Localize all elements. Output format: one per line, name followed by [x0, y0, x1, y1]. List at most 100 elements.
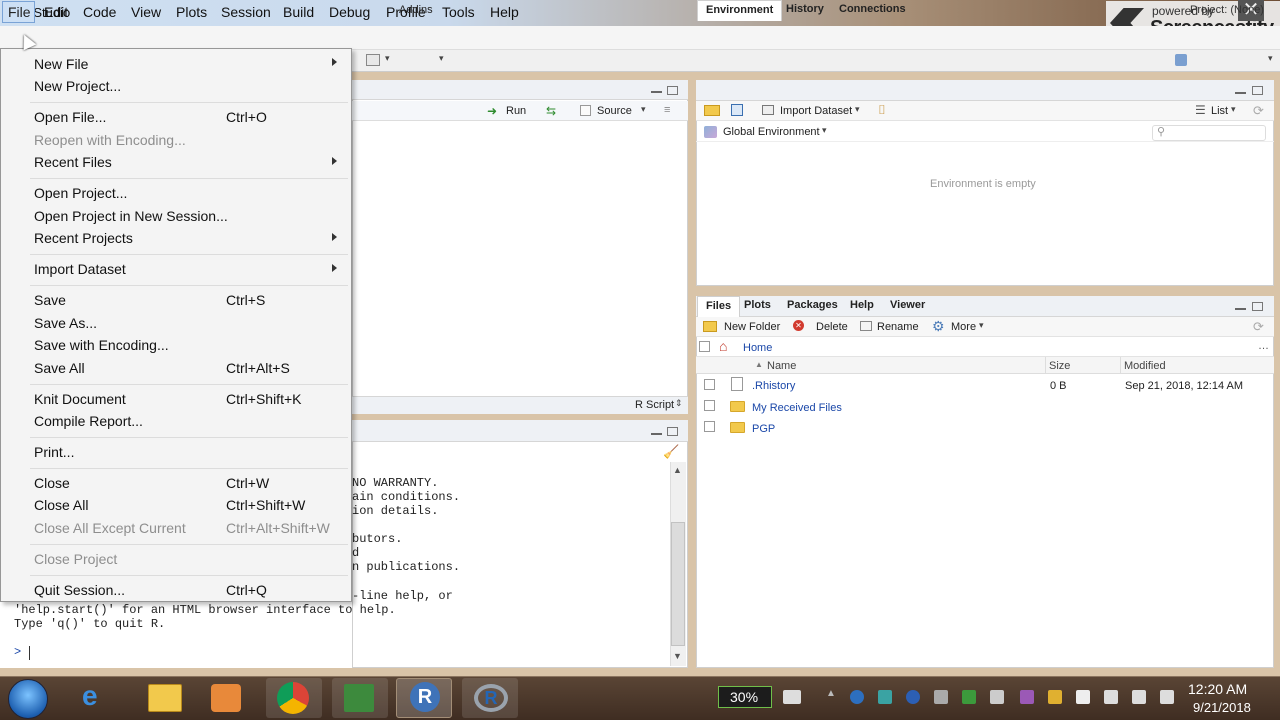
menu-item-new-file[interactable]: New File — [34, 56, 88, 72]
show-hidden-icons[interactable]: ▲ — [826, 688, 836, 699]
rerun-icon[interactable]: ⇆ — [546, 104, 556, 118]
mail-icon[interactable] — [934, 690, 948, 704]
sync-icon[interactable] — [878, 690, 892, 704]
battery-charging-icon[interactable] — [783, 690, 801, 704]
environment-scope-selector[interactable]: Global Environment — [723, 126, 820, 138]
console-scroll-thumb[interactable] — [671, 522, 685, 646]
source-editor-pane[interactable] — [352, 80, 688, 414]
clock-time[interactable]: 12:20 AM — [1188, 681, 1247, 697]
source-button[interactable]: Source — [597, 105, 632, 117]
tab-files[interactable]: Files — [697, 296, 741, 317]
grid-layout-icon[interactable] — [366, 54, 380, 66]
security-icon[interactable] — [850, 690, 864, 704]
maximize-console-icon[interactable] — [667, 427, 678, 436]
menu-item-recent-projects[interactable]: Recent Projects — [34, 230, 133, 246]
menu-item-open-project[interactable]: Open Project... — [34, 185, 127, 201]
column-header-name[interactable]: Name — [767, 360, 796, 372]
minimize-env-icon[interactable] — [1235, 89, 1246, 94]
dropdown-arrow-icon[interactable]: ▾ — [385, 53, 390, 64]
menu-item-import-dataset[interactable]: Import Dataset — [34, 261, 126, 277]
addins-button[interactable]: Addins — [399, 4, 433, 16]
tab-viewer[interactable]: Viewer — [882, 299, 933, 311]
menu-view[interactable]: View — [131, 4, 161, 20]
tab-connections[interactable]: Connections — [831, 3, 914, 15]
clock-date[interactable]: 9/21/2018 — [1193, 700, 1251, 715]
file-row-checkbox[interactable] — [704, 421, 715, 432]
menu-item-new-project[interactable]: New Project... — [34, 78, 121, 94]
tab-packages[interactable]: Packages — [779, 299, 846, 311]
script-type-selector[interactable]: R Script — [635, 399, 674, 411]
tab-plots[interactable]: Plots — [736, 299, 779, 311]
menu-item-quit-session[interactable]: Quit Session... — [34, 582, 125, 598]
run-button[interactable]: Run — [506, 105, 526, 117]
scroll-up-icon[interactable]: ▲ — [673, 465, 682, 475]
menu-item-knit-document[interactable]: Knit Document — [34, 391, 126, 407]
menu-help[interactable]: Help — [490, 4, 519, 20]
menu-item-close-all[interactable]: Close All — [34, 497, 88, 513]
menu-item-save[interactable]: Save — [34, 292, 66, 308]
more-path-icon[interactable]: … — [1258, 340, 1269, 352]
menu-item-save-all[interactable]: Save All — [34, 360, 85, 376]
bluetooth-icon[interactable] — [906, 690, 920, 704]
rename-button[interactable]: Rename — [877, 321, 919, 333]
save-workspace-icon[interactable] — [731, 104, 743, 116]
file-row-checkbox[interactable] — [704, 379, 715, 390]
new-folder-button[interactable]: New Folder — [724, 321, 780, 333]
menu-item-print[interactable]: Print... — [34, 444, 74, 460]
menu-session[interactable]: Session — [221, 4, 271, 20]
menu-code[interactable]: Code — [83, 4, 116, 20]
folder-name-link[interactable]: My Received Files — [752, 402, 842, 414]
menu-item-close[interactable]: Close — [34, 475, 70, 491]
menu-item-open-project-new-session[interactable]: Open Project in New Session... — [34, 208, 228, 224]
menu-debug[interactable]: Debug — [329, 4, 370, 20]
minimize-pane-icon[interactable] — [651, 88, 662, 93]
maximize-env-icon[interactable] — [1252, 86, 1263, 95]
wifi-signal-icon[interactable] — [1132, 690, 1146, 704]
breadcrumb-home[interactable]: Home — [743, 342, 772, 354]
menu-item-compile-report[interactable]: Compile Report... — [34, 413, 143, 429]
broom-icon[interactable]: ⌷ — [878, 102, 886, 118]
menu-file[interactable]: File — [2, 1, 35, 23]
column-header-size[interactable]: Size — [1049, 360, 1070, 372]
scroll-down-icon[interactable]: ▼ — [673, 651, 682, 661]
more-button[interactable]: More — [951, 321, 976, 333]
flag-icon[interactable] — [1076, 690, 1090, 704]
project-menu-button[interactable]: Project: (None) — [1190, 4, 1264, 16]
media-icon[interactable] — [1020, 690, 1034, 704]
tab-environment[interactable]: Environment — [697, 0, 783, 21]
maximize-files-icon[interactable] — [1252, 302, 1263, 311]
source-dropdown-icon[interactable]: ▾ — [641, 104, 646, 115]
list-view-button[interactable]: List — [1211, 105, 1228, 117]
load-workspace-icon[interactable] — [704, 105, 720, 116]
refresh-icon[interactable]: ⟳ — [1253, 103, 1264, 119]
tab-history[interactable]: History — [778, 3, 832, 15]
environment-search-input[interactable] — [1152, 125, 1266, 141]
menu-edit[interactable]: Edit — [44, 4, 68, 20]
shield-icon[interactable] — [1048, 690, 1062, 704]
menu-item-recent-files[interactable]: Recent Files — [34, 154, 112, 170]
delete-button[interactable]: Delete — [816, 321, 848, 333]
refresh-files-icon[interactable]: ⟳ — [1253, 319, 1264, 335]
start-button-icon[interactable] — [8, 679, 48, 719]
volume-icon[interactable] — [1160, 690, 1174, 704]
menu-item-open-file[interactable]: Open File... — [34, 109, 106, 125]
clear-console-icon[interactable]: 🧹 — [663, 444, 679, 460]
file-row-checkbox[interactable] — [704, 400, 715, 411]
column-header-modified[interactable]: Modified — [1124, 360, 1166, 372]
select-all-checkbox[interactable] — [699, 341, 710, 352]
green-app-icon[interactable] — [962, 690, 976, 704]
network-device-icon[interactable] — [990, 690, 1004, 704]
menu-plots[interactable]: Plots — [176, 4, 207, 20]
menu-tools[interactable]: Tools — [442, 4, 475, 20]
minimize-files-icon[interactable] — [1235, 305, 1246, 310]
minimize-console-icon[interactable] — [651, 430, 662, 435]
menu-build[interactable]: Build — [283, 4, 314, 20]
folder-name-link[interactable]: PGP — [752, 423, 775, 435]
tab-help[interactable]: Help — [842, 299, 882, 311]
maximize-pane-icon[interactable] — [667, 86, 678, 95]
taskbar-internet-explorer[interactable] — [72, 678, 128, 718]
file-name-link[interactable]: .Rhistory — [752, 380, 795, 392]
import-dataset-button[interactable]: Import Dataset — [780, 105, 852, 117]
menu-item-save-encoding[interactable]: Save with Encoding... — [34, 337, 169, 353]
console-prompt[interactable]: > — [14, 645, 21, 659]
